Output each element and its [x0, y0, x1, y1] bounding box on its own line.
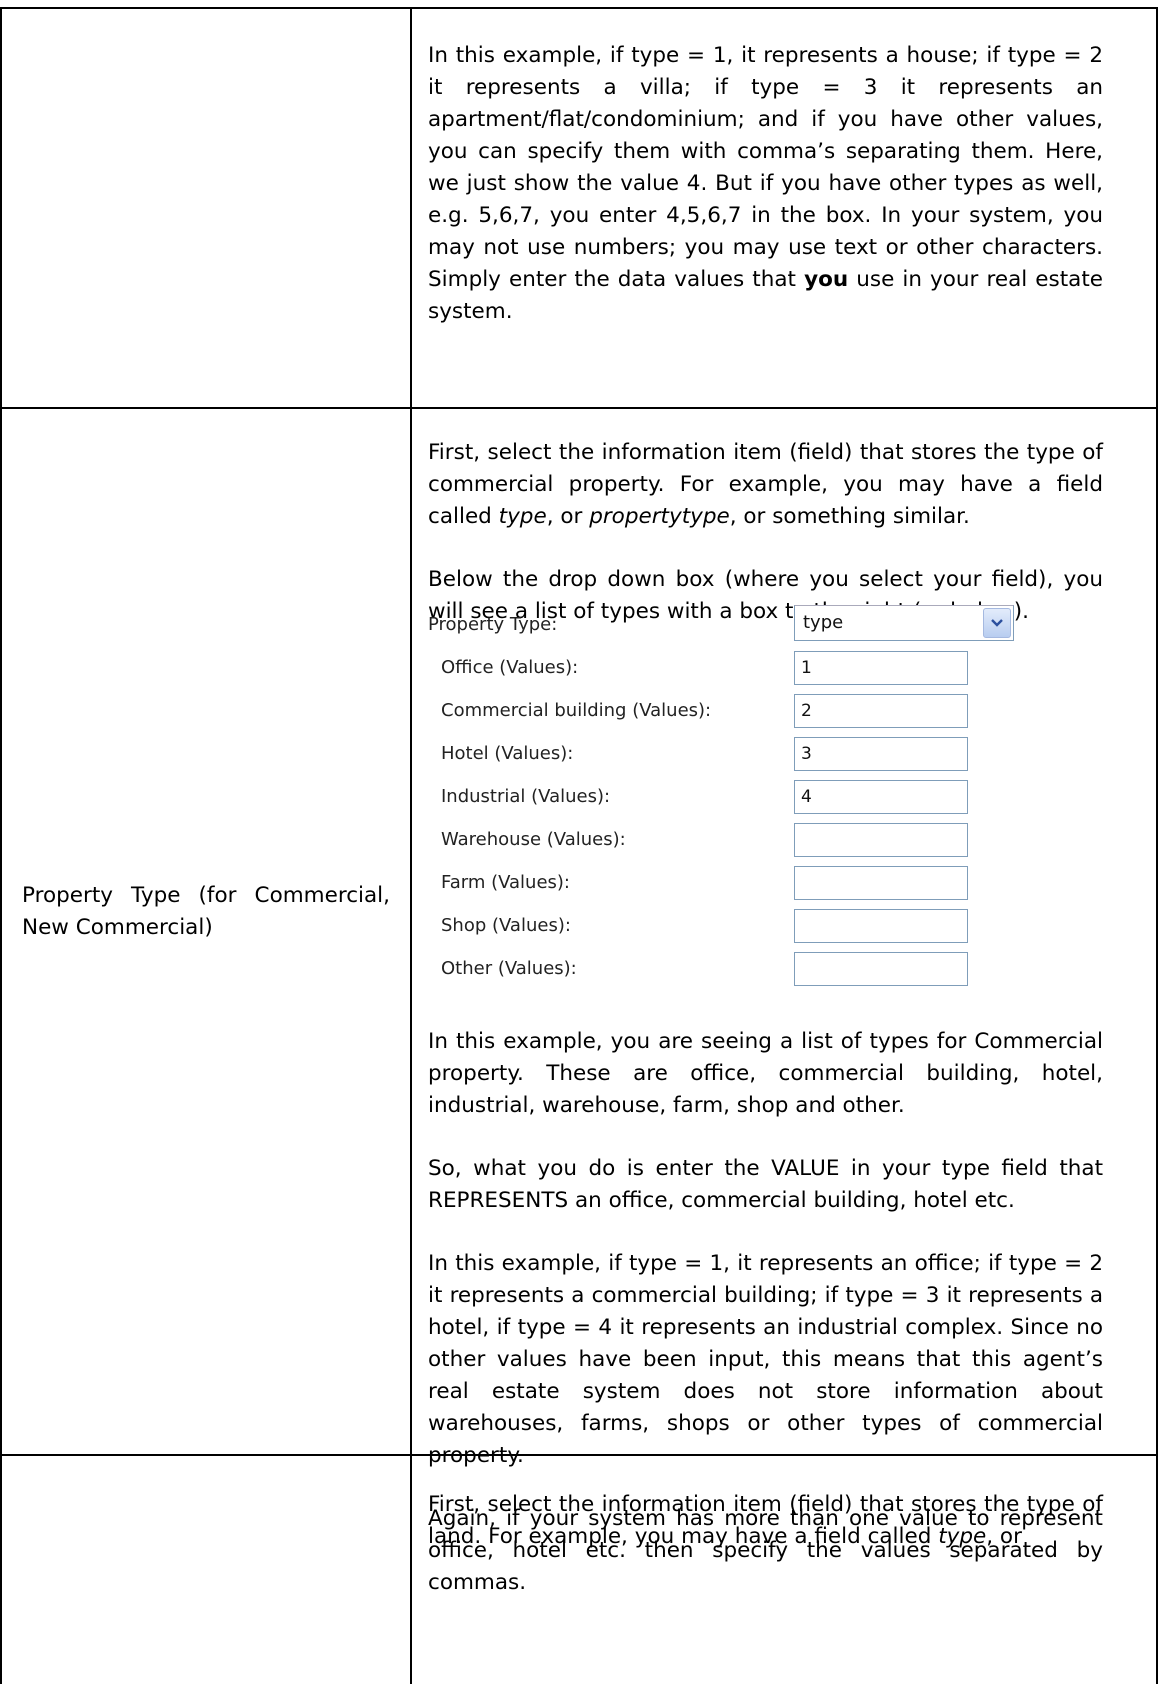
industrial-values-row: Industrial (Values): 4: [428, 777, 1028, 821]
industrial-values-input[interactable]: 4: [794, 780, 968, 814]
row1-text-emphasis: you: [804, 267, 849, 292]
row3-intro-paragraph: First, select the information item (fiel…: [428, 1489, 1103, 1553]
chevron-down-icon[interactable]: [983, 608, 1011, 638]
field-name-type: type: [498, 504, 547, 529]
column-divider: [410, 7, 412, 1684]
field-name-type-row3: type: [938, 1524, 987, 1549]
commercial-building-values-input[interactable]: 2: [794, 694, 968, 728]
table-top-border: [0, 7, 1158, 9]
row2-example-paragraph: In this example, if type = 1, it represe…: [428, 1251, 1103, 1468]
farm-values-label: Farm (Values):: [441, 872, 570, 893]
other-values-label: Other (Values):: [441, 958, 577, 979]
row2-value-paragraph: So, what you do is enter the VALUE in yo…: [428, 1156, 1103, 1213]
other-values-input[interactable]: [794, 952, 968, 986]
row2-intro: First, select the information item (fiel…: [428, 437, 1103, 628]
office-values-label: Office (Values):: [441, 657, 579, 678]
shop-values-row: Shop (Values):: [428, 906, 1028, 950]
row3-intro: First, select the information item (fiel…: [428, 1489, 1103, 1553]
industrial-values-label: Industrial (Values):: [441, 786, 611, 807]
office-values-row: Office (Values): 1: [428, 648, 1028, 692]
row1-paragraph: In this example, if type = 1, it represe…: [428, 40, 1103, 328]
row1-description: In this example, if type = 1, it represe…: [428, 40, 1103, 328]
hotel-values-row: Hotel (Values): 3: [428, 734, 1028, 778]
farm-values-input[interactable]: [794, 866, 968, 900]
row3-intro-text-b: , or: [986, 1524, 1022, 1549]
field-name-propertytype: propertytype: [589, 504, 730, 529]
table-left-border: [0, 7, 2, 1684]
other-values-row: Other (Values):: [428, 949, 1028, 993]
hotel-values-label: Hotel (Values):: [441, 743, 574, 764]
property-type-label: Property Type:: [428, 614, 558, 635]
warehouse-values-input[interactable]: [794, 823, 968, 857]
row2-intro-text-c: , or something similar.: [729, 504, 970, 529]
warehouse-values-row: Warehouse (Values):: [428, 820, 1028, 864]
row2-list-paragraph: In this example, you are seeing a list o…: [428, 1029, 1103, 1118]
property-type-selected-value: type: [803, 612, 844, 633]
commercial-building-values-row: Commercial building (Values): 2: [428, 691, 1028, 735]
farm-values-row: Farm (Values):: [428, 863, 1028, 907]
property-type-form-screenshot: Property Type: type Office (Values): 1 C…: [428, 605, 1028, 1021]
row-divider-1: [0, 407, 1158, 409]
office-values-input[interactable]: 1: [794, 651, 968, 685]
property-type-row: Property Type: type: [428, 605, 1028, 649]
row2-intro-paragraph: First, select the information item (fiel…: [428, 437, 1103, 533]
row2-label: Property Type (for Commercial, New Comme…: [22, 883, 390, 940]
property-type-select[interactable]: type: [794, 605, 1014, 641]
row2-intro-text-b: , or: [546, 504, 590, 529]
warehouse-values-label: Warehouse (Values):: [441, 829, 626, 850]
row1-text-a: In this example, if type = 1, it represe…: [428, 43, 1103, 292]
shop-values-input[interactable]: [794, 909, 968, 943]
shop-values-label: Shop (Values):: [441, 915, 571, 936]
commercial-building-values-label: Commercial building (Values):: [441, 700, 712, 721]
hotel-values-input[interactable]: 3: [794, 737, 968, 771]
